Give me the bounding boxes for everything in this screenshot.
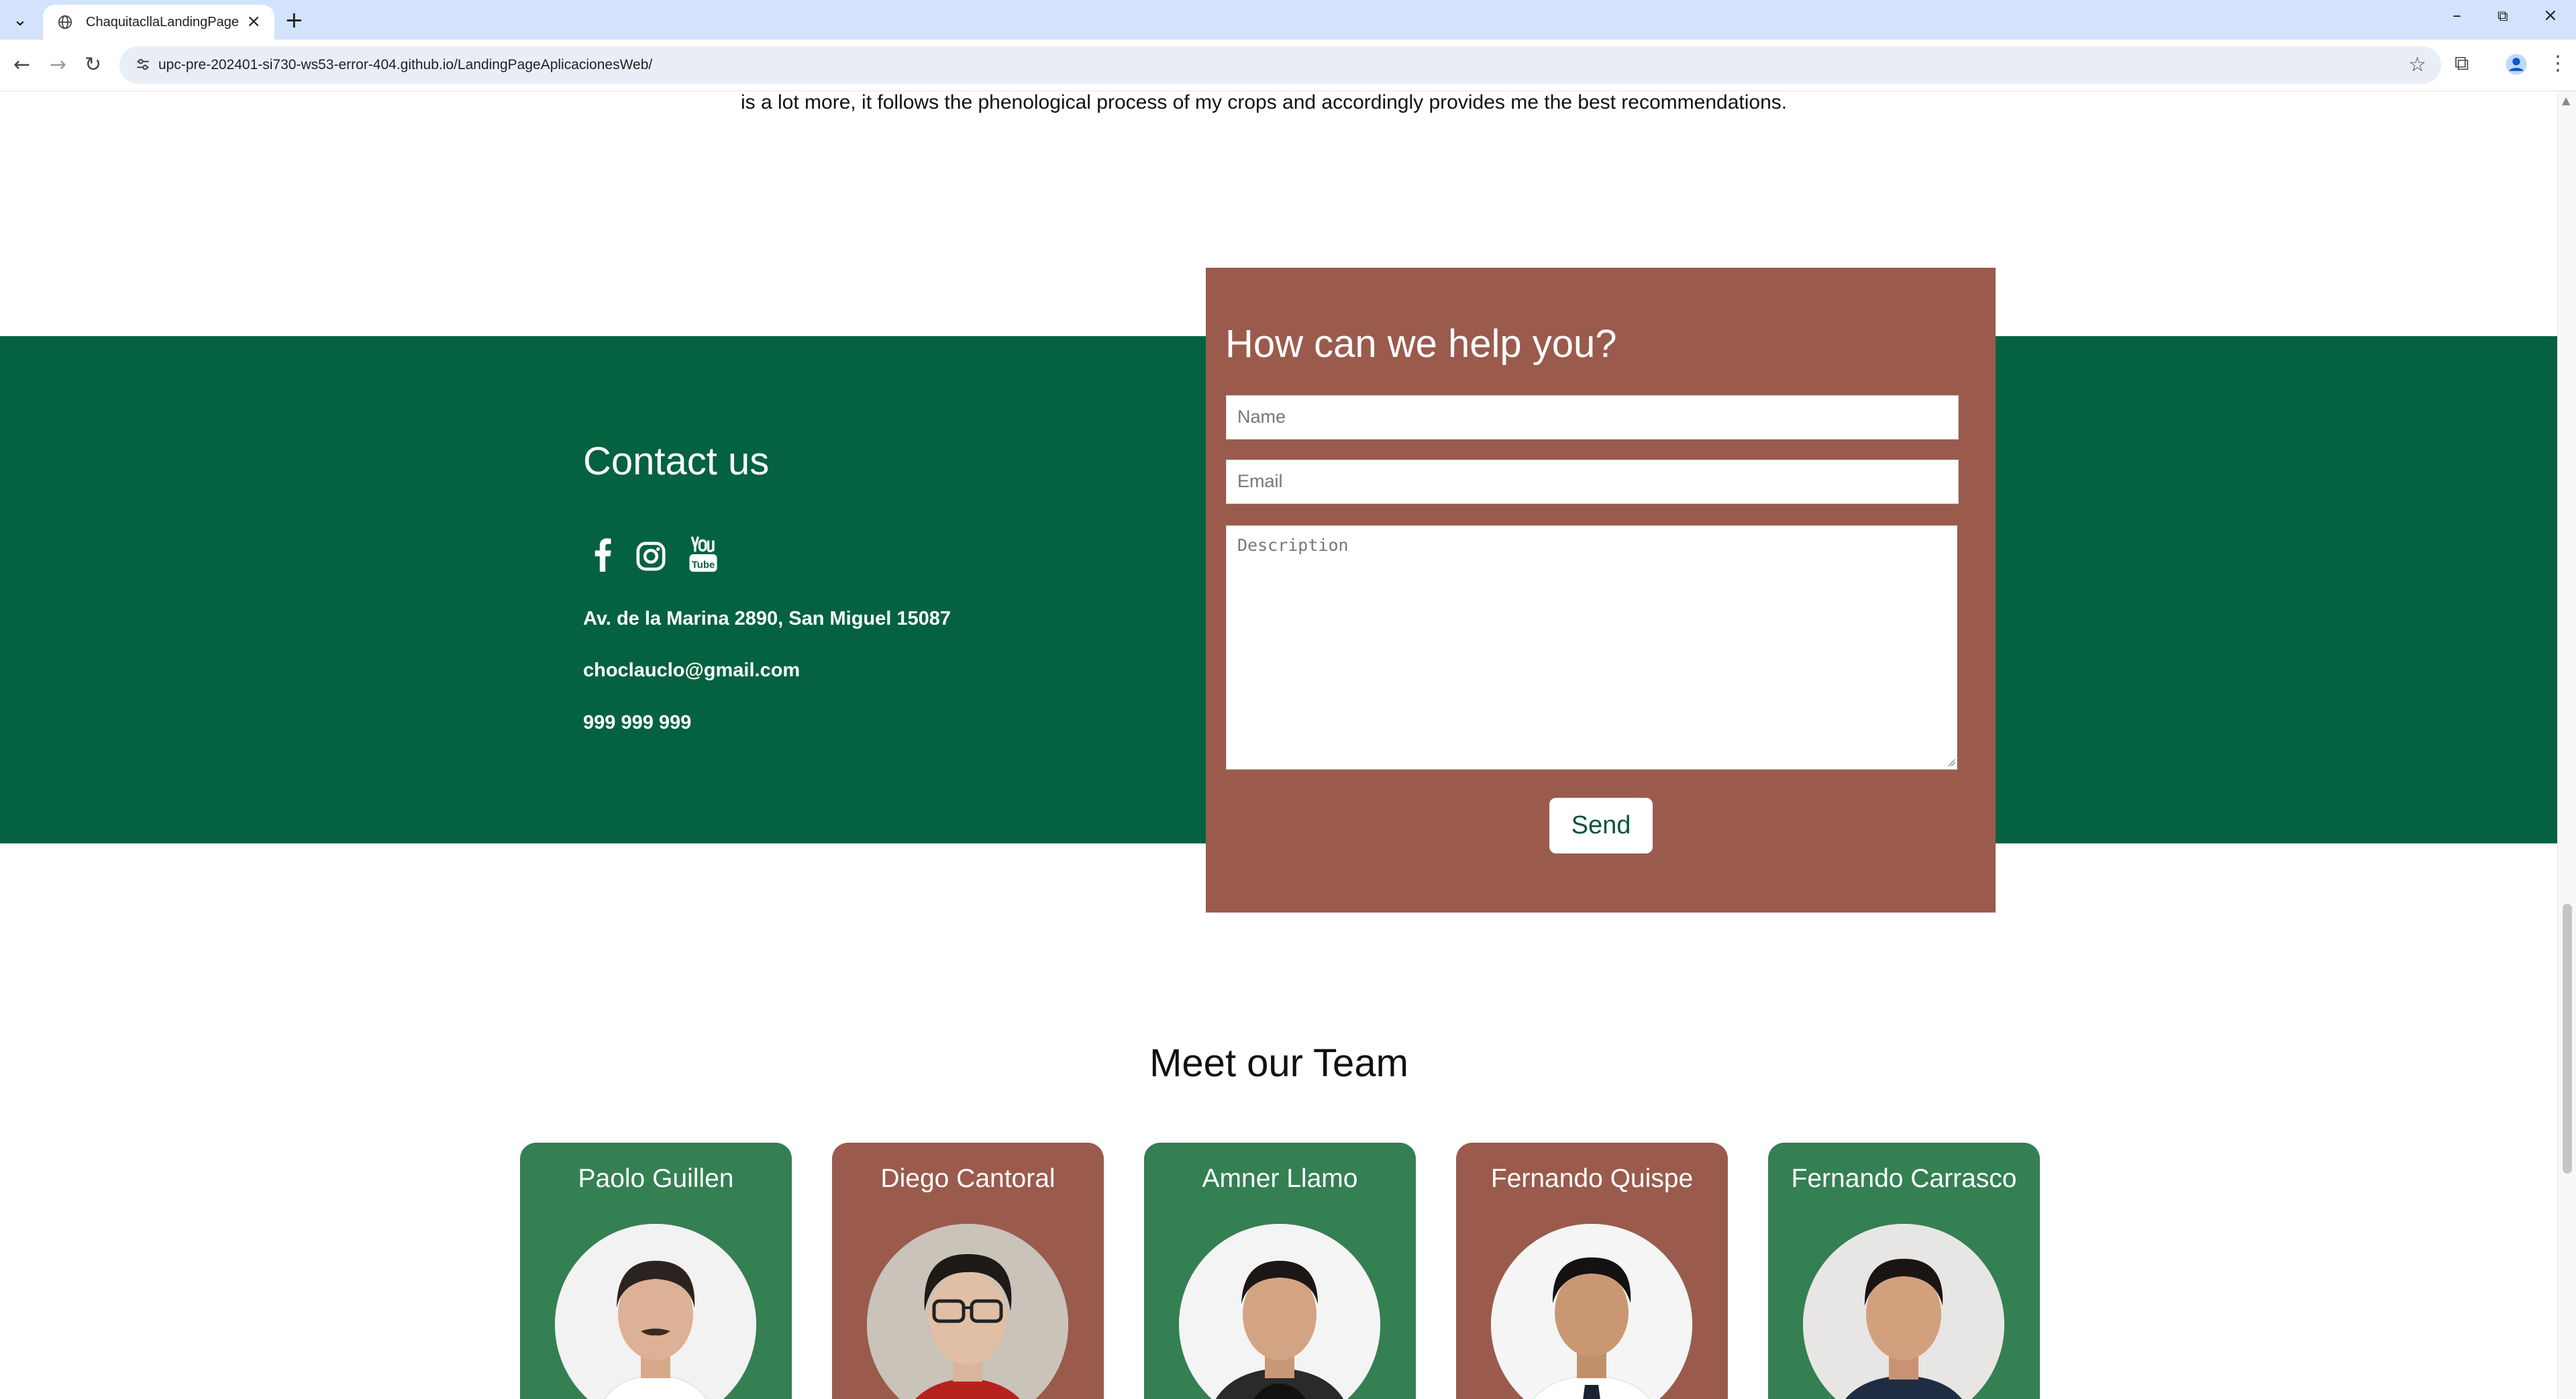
- new-tab-plus-icon[interactable]: +: [285, 7, 304, 34]
- profile-avatar-icon[interactable]: [2505, 53, 2528, 76]
- forward-arrow-icon[interactable]: →: [50, 53, 66, 76]
- team-card: Amner Llamo: [1144, 1143, 1416, 1399]
- team-card: Paolo Guillen: [520, 1143, 792, 1399]
- team-member-name: Fernando Quispe: [1490, 1164, 1694, 1193]
- page-scrollbar[interactable]: ▲: [2557, 91, 2576, 1399]
- contact-phone: 999 999 999: [583, 712, 692, 733]
- address-bar[interactable]: upc-pre-202401-si730-ws53-error-404.gith…: [119, 46, 2441, 84]
- team-member-photo: [867, 1224, 1068, 1399]
- team-member-name: Diego Cantoral: [880, 1164, 1055, 1193]
- team-card: Fernando Carrasco: [1768, 1143, 2040, 1399]
- team-card: Diego Cantoral: [832, 1143, 1104, 1399]
- team-section-title: Meet our Team: [1149, 1041, 1408, 1085]
- extensions-puzzle-icon[interactable]: ⧉: [2455, 52, 2469, 75]
- page-viewport: is a lot more, it follows the phenologic…: [0, 91, 2558, 1399]
- browser-tab-active[interactable]: ChaquitacllaLandingPage ×: [43, 5, 274, 40]
- team-card: Fernando Quispe: [1456, 1143, 1728, 1399]
- minimize-window-icon[interactable]: –: [2453, 5, 2461, 25]
- close-tab-icon[interactable]: ×: [246, 11, 261, 32]
- team-member-name: Fernando Carrasco: [1791, 1164, 2017, 1193]
- scroll-up-arrow-icon[interactable]: ▲: [2562, 94, 2570, 107]
- team-member-name: Paolo Guillen: [578, 1164, 734, 1193]
- reload-icon[interactable]: ↻: [85, 53, 101, 76]
- browser-menu-kebab-icon[interactable]: ⋮: [2548, 52, 2568, 75]
- team-member-photo: [1179, 1224, 1380, 1399]
- site-info-tune-icon[interactable]: [134, 56, 152, 73]
- testimonial-text: is a lot more, it follows the phenologic…: [741, 91, 1788, 113]
- team-member-photo: [555, 1224, 756, 1399]
- browser-toolbar: ← → ↻ upc-pre-202401-si730-ws53-error-40…: [0, 40, 2576, 91]
- name-input[interactable]: Name: [1226, 395, 1959, 439]
- instagram-icon[interactable]: [635, 541, 666, 572]
- close-window-icon[interactable]: ×: [2543, 5, 2558, 25]
- tab-search-chevron-icon[interactable]: ⌄: [7, 8, 34, 32]
- youtube-icon[interactable]: Tube: [688, 535, 719, 573]
- browser-tabstrip: ⌄ ChaquitacllaLandingPage × + – ⧉ ×: [0, 0, 2576, 40]
- email-input[interactable]: Email: [1226, 460, 1959, 504]
- back-arrow-icon[interactable]: ←: [13, 53, 30, 76]
- help-form-title: How can we help you?: [1225, 322, 1617, 366]
- textarea-resize-handle-icon[interactable]: [1947, 758, 1956, 767]
- description-textarea[interactable]: Description: [1226, 525, 1957, 770]
- contact-address: Av. de la Marina 2890, San Miguel 15087: [583, 608, 951, 629]
- social-links: Tube: [583, 535, 744, 576]
- restore-window-icon[interactable]: ⧉: [2497, 8, 2508, 25]
- team-member-name: Amner Llamo: [1202, 1164, 1358, 1193]
- scrollbar-thumb[interactable]: [2563, 904, 2572, 1174]
- globe-icon: [58, 15, 72, 30]
- bookmark-star-icon[interactable]: ☆: [2408, 53, 2426, 76]
- contact-email: choclauclo@gmail.com: [583, 660, 801, 681]
- send-button[interactable]: Send: [1549, 798, 1653, 853]
- facebook-icon[interactable]: [593, 538, 613, 572]
- help-form-panel: How can we help you? Name Email Descript…: [1206, 268, 1996, 913]
- contact-title: Contact us: [583, 439, 770, 483]
- tab-title: ChaquitacllaLandingPage: [86, 15, 239, 30]
- url-text: upc-pre-202401-si730-ws53-error-404.gith…: [158, 57, 653, 72]
- team-member-photo: [1803, 1224, 2004, 1399]
- svg-text:Tube: Tube: [692, 560, 715, 571]
- team-member-photo: [1491, 1224, 1692, 1399]
